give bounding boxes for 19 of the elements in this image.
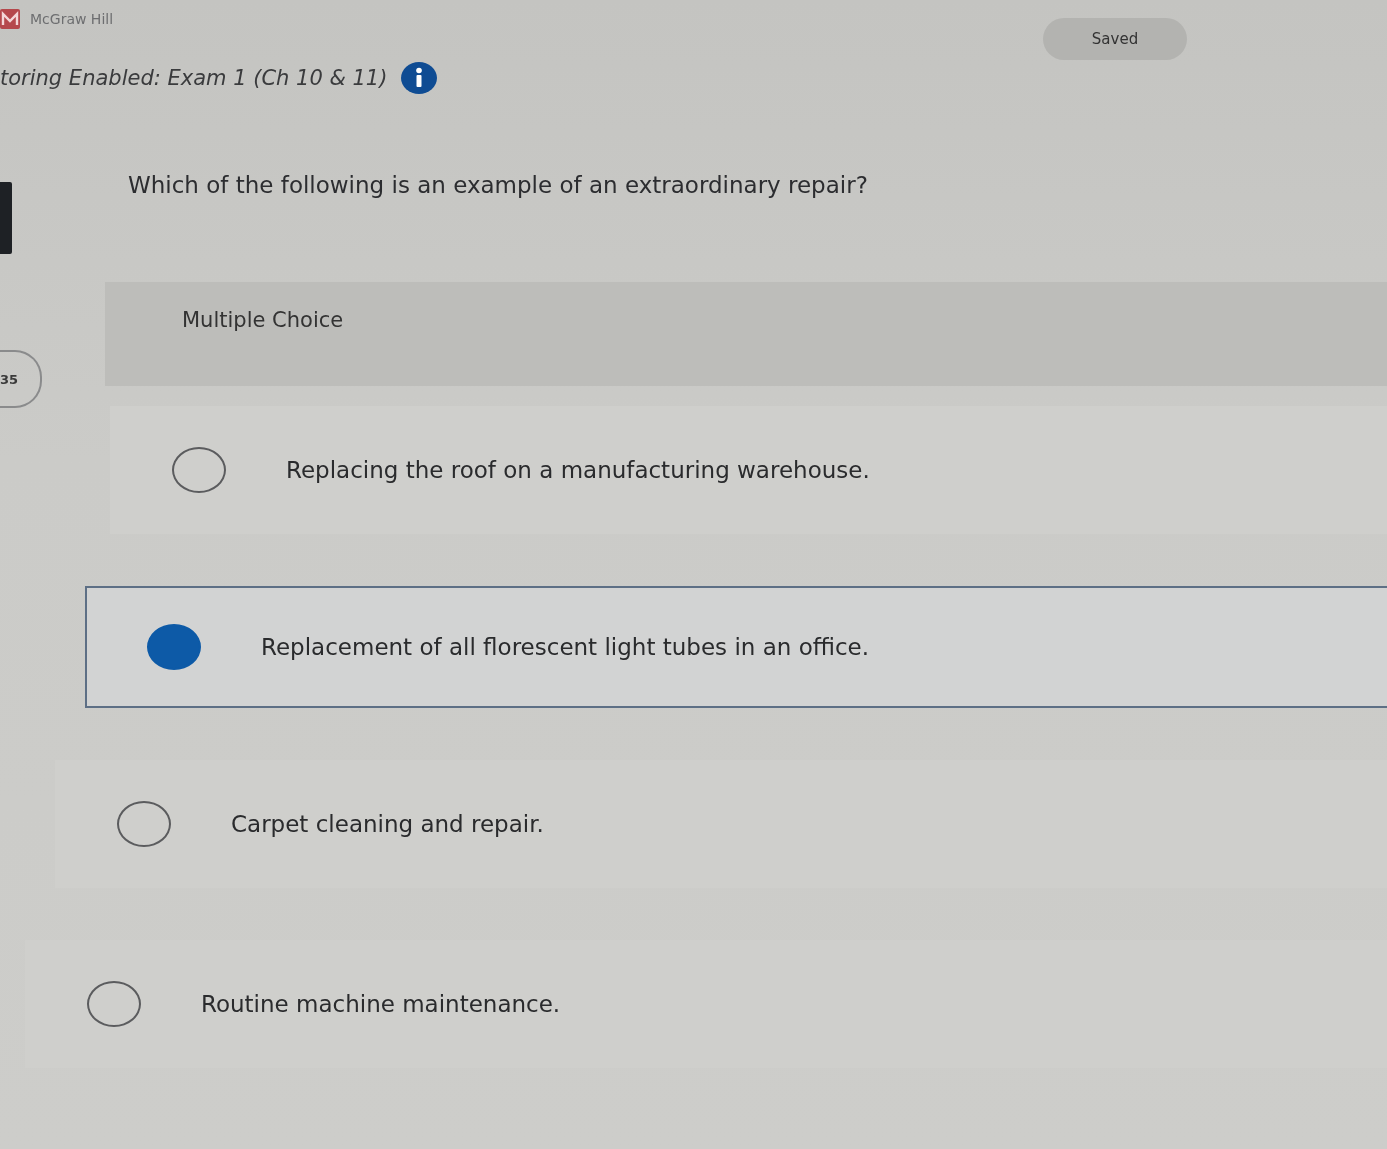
radio-button[interactable] <box>87 981 141 1027</box>
option-text: Replacing the roof on a manufacturing warehouse. <box>286 457 870 483</box>
logo-icon <box>0 9 20 29</box>
question-prompt: Which of the following is an example of an extraordinary repair? <box>128 172 869 200</box>
sidebar-edge <box>0 182 12 254</box>
option-text: Routine machine maintenance. <box>201 991 561 1017</box>
question-number[interactable]: 35 <box>0 350 42 408</box>
brand-name: McGraw Hill <box>30 11 114 27</box>
radio-button[interactable] <box>172 447 226 493</box>
option-text: Replacement of all florescent light tubes in an office. <box>261 634 870 660</box>
assignment-title: toring Enabled: Exam 1 (Ch 10 & 11) <box>0 66 388 90</box>
answer-option[interactable]: Replacement of all florescent light tubes in an office. <box>85 586 1387 708</box>
info-icon[interactable] <box>401 62 438 94</box>
question-type-label: Multiple Choice <box>182 308 344 332</box>
radio-button[interactable] <box>147 624 201 670</box>
answer-option[interactable]: Replacing the roof on a manufacturing warehouse. <box>110 406 1387 534</box>
option-text: Carpet cleaning and repair. <box>231 811 544 837</box>
radio-button[interactable] <box>117 801 171 847</box>
saved-status: Saved <box>1043 18 1187 60</box>
